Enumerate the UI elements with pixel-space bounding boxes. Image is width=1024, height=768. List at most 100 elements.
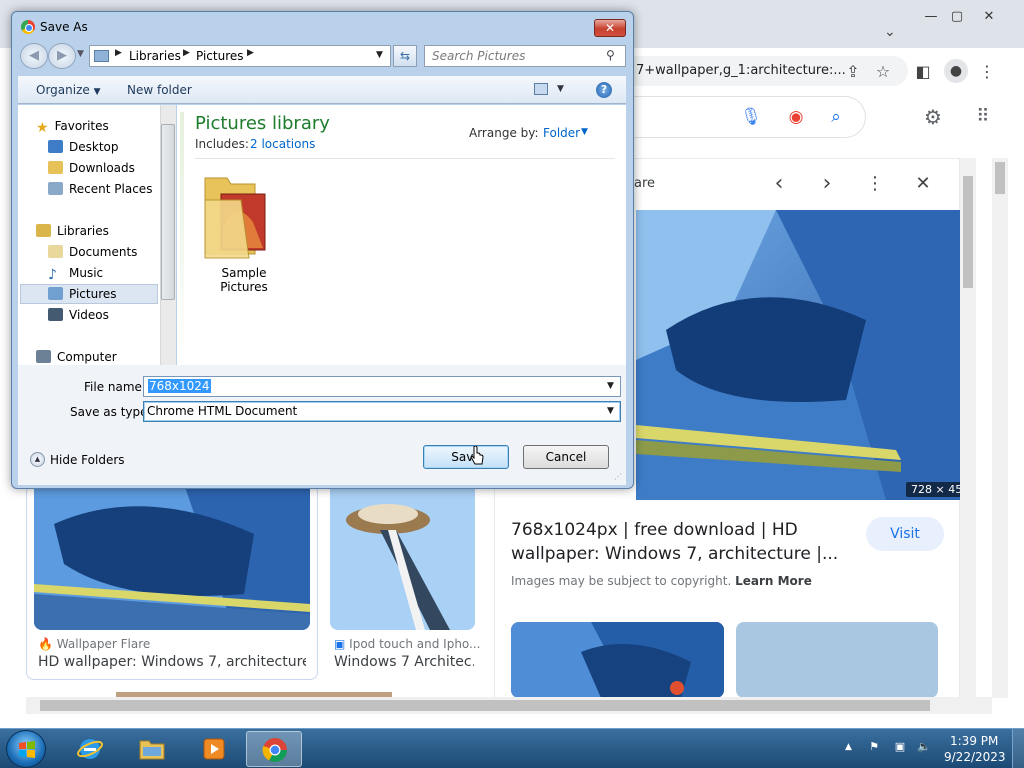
taskbar-media-player[interactable]	[186, 731, 242, 767]
related-image-thumbnail[interactable]	[736, 622, 938, 698]
result-source[interactable]: 🔥 Wallpaper Flare	[38, 637, 150, 651]
view-options-icon[interactable]	[534, 83, 548, 95]
preview-title[interactable]: 768x1024px | free download | HD wallpape…	[511, 518, 841, 566]
nav-documents[interactable]: Documents	[48, 242, 168, 262]
file-name-input[interactable]	[143, 376, 621, 397]
clock-date[interactable]: 9/22/2023	[944, 750, 1006, 764]
folder-name[interactable]: Sample Pictures	[201, 266, 287, 294]
breadcrumb-arrow-icon[interactable]: ▶	[183, 48, 190, 58]
breadcrumb-pictures[interactable]: Pictures	[196, 49, 244, 63]
nav-label: Computer	[57, 350, 117, 364]
save-as-type-value[interactable]: Chrome HTML Document	[147, 404, 297, 418]
organize-label: Organize	[36, 83, 90, 97]
bookmark-star-icon[interactable]: ☆	[872, 61, 894, 83]
close-panel-icon[interactable]: ✕	[911, 172, 935, 196]
page-scrollbar-thumb[interactable]	[995, 162, 1005, 194]
arrange-chevron-down-icon[interactable]: ▼	[581, 127, 588, 137]
previous-chevron-icon[interactable]: ‹	[767, 172, 791, 196]
show-hidden-icons-chevron[interactable]: ▲	[845, 742, 852, 752]
search-icon[interactable]: ⌕	[825, 106, 847, 128]
dialog-close-button[interactable]: ✕	[594, 19, 626, 37]
panel-source-name[interactable]: are	[634, 176, 655, 191]
computer-icon	[36, 350, 51, 363]
page-scrollbar[interactable]	[992, 158, 1008, 698]
hide-folders-button[interactable]: Hide Folders	[50, 453, 125, 467]
file-name-chevron-down-icon[interactable]: ▼	[607, 381, 614, 391]
folder-icon	[139, 740, 165, 760]
taskbar-internet-explorer[interactable]	[62, 731, 118, 767]
settings-gear-icon[interactable]: ⚙	[922, 106, 944, 128]
nav-pictures[interactable]: Pictures	[48, 284, 168, 304]
refresh-button[interactable]: ⇆	[393, 45, 417, 67]
resize-grip-icon[interactable]: ⋰	[614, 472, 622, 481]
horizontal-scrollbar-thumb[interactable]	[40, 700, 930, 711]
search-icon[interactable]: ⚲	[606, 48, 615, 62]
profile-avatar-icon[interactable]: ●	[944, 59, 968, 83]
nav-music[interactable]: ♪ Music	[48, 263, 168, 283]
result-title[interactable]: Windows 7 Architec...	[334, 654, 474, 670]
result-source[interactable]: ▣ Ipod touch and Ipho...	[334, 637, 481, 651]
chrome-minimize-button[interactable]: —	[918, 8, 944, 26]
file-name-value[interactable]: 768x1024	[148, 379, 211, 393]
chrome-maximize-button[interactable]: ▢	[944, 8, 970, 26]
help-icon[interactable]: ?	[596, 82, 612, 98]
result-title[interactable]: HD wallpaper: Windows 7, architecture ..…	[38, 654, 306, 670]
pictures-icon	[48, 287, 63, 300]
chrome-menu-icon[interactable]: ⋮	[976, 61, 998, 83]
lens-search-icon[interactable]: ◉	[785, 106, 807, 128]
share-icon[interactable]: ⇪	[842, 61, 864, 83]
breadcrumb-arrow-icon[interactable]: ▶	[247, 48, 254, 58]
save-as-type-chevron-down-icon[interactable]: ▼	[607, 406, 614, 416]
nav-scrollbar-thumb[interactable]	[161, 124, 175, 300]
clock-time[interactable]: 1:39 PM	[950, 734, 998, 748]
side-panel-icon[interactable]: ◧	[912, 61, 934, 83]
view-chevron-down-icon[interactable]: ▼	[557, 84, 564, 94]
content-divider	[195, 158, 615, 159]
voice-search-icon[interactable]: 🎙	[740, 106, 762, 128]
preview-image[interactable]	[636, 210, 960, 500]
library-locations-link[interactable]: 2 locations	[250, 137, 315, 151]
organize-button[interactable]: Organize ▼	[36, 83, 101, 97]
network-icon[interactable]: ▣	[892, 740, 908, 754]
visit-button[interactable]: Visit	[866, 517, 944, 551]
action-center-flag-icon[interactable]: ⚑	[866, 740, 882, 754]
show-desktop-button[interactable]	[1012, 729, 1024, 768]
taskbar-chrome[interactable]	[246, 731, 302, 767]
arrange-by-value[interactable]: Folder	[543, 126, 580, 140]
new-folder-button[interactable]: New folder	[127, 83, 192, 97]
nav-desktop[interactable]: Desktop	[48, 137, 168, 157]
next-chevron-icon[interactable]: ›	[815, 172, 839, 196]
breadcrumb-arrow-icon[interactable]: ▶	[115, 48, 122, 58]
tab-search-chevron-icon[interactable]: ⌄	[884, 24, 896, 40]
nav-downloads[interactable]: Downloads	[48, 158, 168, 178]
learn-more-link[interactable]: Learn More	[735, 574, 812, 588]
chrome-close-button[interactable]: ✕	[976, 8, 1002, 26]
volume-muted-icon[interactable]: 🔈	[916, 740, 932, 754]
search-placeholder[interactable]: Search Pictures	[432, 49, 525, 63]
nav-computer[interactable]: Computer	[36, 347, 156, 367]
nav-libraries[interactable]: Libraries	[36, 221, 156, 241]
windows-start-button[interactable]	[6, 730, 46, 768]
recent-locations-chevron-icon[interactable]: ▼	[77, 49, 84, 59]
sample-pictures-folder-icon[interactable]	[201, 168, 273, 264]
related-image-thumbnail[interactable]	[511, 622, 724, 698]
taskbar-windows-explorer[interactable]	[124, 731, 180, 767]
address-dropdown-icon[interactable]: ▼	[376, 50, 383, 60]
result-image[interactable]	[330, 484, 475, 630]
cancel-button[interactable]: Cancel	[523, 445, 609, 469]
more-options-icon[interactable]: ⋮	[863, 172, 887, 196]
panel-scrollbar-thumb[interactable]	[963, 176, 973, 288]
nav-favorites[interactable]: ★ Favorites	[36, 116, 156, 136]
save-button[interactable]: Save	[423, 445, 509, 469]
result-image[interactable]	[34, 484, 310, 630]
nav-recent-places[interactable]: Recent Places	[48, 179, 168, 199]
omnibox-url[interactable]: 7+wallpaper,g_1:architecture:...	[636, 63, 846, 78]
back-button[interactable]: ◀	[20, 43, 48, 69]
apps-grid-icon[interactable]: ⠿	[972, 106, 994, 128]
favorites-star-icon: ★	[36, 120, 49, 136]
forward-button[interactable]: ▶	[48, 43, 76, 69]
nav-videos[interactable]: Videos	[48, 305, 168, 325]
collapse-chevron-up-icon[interactable]: ▲	[30, 452, 45, 467]
breadcrumb-libraries[interactable]: Libraries	[129, 49, 181, 63]
media-player-icon	[203, 738, 225, 760]
